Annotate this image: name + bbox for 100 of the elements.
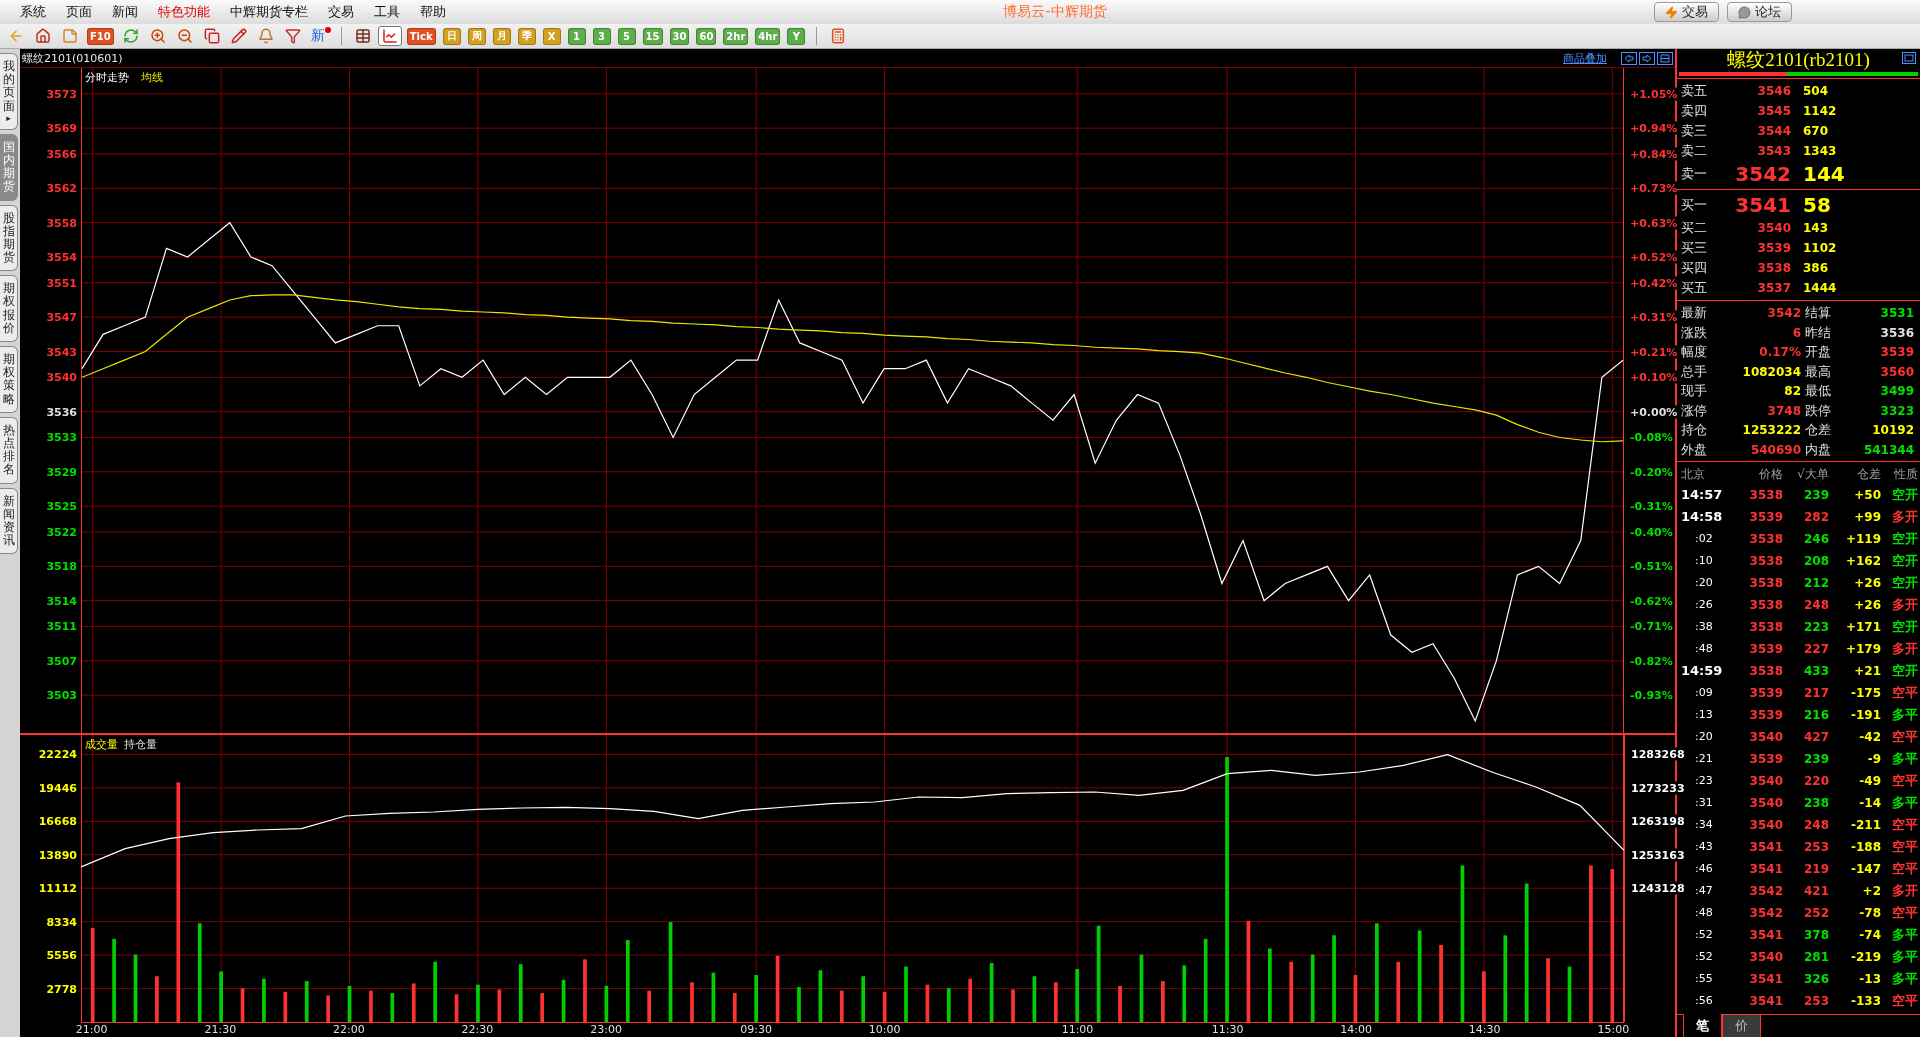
trade-time: :10 (1694, 553, 1714, 570)
trade-volume: 238 (1802, 795, 1829, 813)
stat-label: 幅度 (1681, 343, 1708, 362)
percent-axis-label: +0.94% (1630, 121, 1678, 135)
trade-price: 3538 (1748, 531, 1783, 549)
trade-type: 多平 (1891, 926, 1918, 945)
order-price: 3543 (1756, 144, 1791, 159)
position-change: +26 (1853, 597, 1881, 615)
percent-axis-label: +0.10% (1630, 370, 1678, 384)
stat-label: 涨停 (1681, 402, 1708, 420)
order-price: 3540 (1756, 221, 1791, 236)
trade-price: 3538 (1748, 619, 1783, 637)
stat-label: 持仓 (1681, 421, 1708, 440)
column-header: 北京 (1681, 466, 1706, 484)
order-level-label: 买一 (1681, 196, 1708, 215)
trade-type: 空平 (1891, 684, 1918, 703)
trade-type: 多平 (1891, 794, 1918, 813)
trade-time: :52 (1694, 927, 1714, 944)
trade-volume: 252 (1802, 905, 1829, 923)
legend-label: 分时走势 (85, 70, 129, 85)
price-axis-label: 3569 (46, 121, 77, 135)
percent-axis-label: -0.71% (1630, 619, 1673, 633)
stat-label: 外盘 (1681, 441, 1708, 459)
order-level-label: 卖三 (1681, 122, 1708, 141)
position-change: +162 (1844, 553, 1881, 571)
trade-volume: 227 (1802, 641, 1829, 659)
trade-type: 空开 (1891, 662, 1918, 681)
trade-price: 3541 (1748, 839, 1783, 857)
percent-axis-label: +0.42% (1630, 276, 1678, 290)
stat-value: 82 (1783, 384, 1801, 399)
trade-price: 3540 (1748, 773, 1783, 791)
stat-label: 跌停 (1805, 402, 1832, 420)
order-price: 3545 (1756, 104, 1791, 119)
stat-value: 1253222 (1741, 423, 1801, 438)
price-axis-label: 3529 (46, 465, 77, 479)
position-change: -13 (1858, 971, 1881, 989)
time-axis-label: 14:30 (1468, 1023, 1501, 1036)
position-change: -14 (1858, 795, 1881, 813)
stat-label: 涨跌 (1681, 324, 1708, 342)
trade-volume: 208 (1802, 553, 1829, 571)
percent-axis-label: -0.40% (1630, 525, 1673, 539)
trade-type: 空平 (1891, 860, 1918, 879)
position-change: +2 (1861, 883, 1881, 901)
trade-type: 空平 (1891, 838, 1918, 857)
trade-price: 3539 (1748, 751, 1783, 769)
stat-value: 3542 (1766, 306, 1801, 321)
time-axis-label: 23:00 (590, 1023, 622, 1036)
percent-axis-label: +0.21% (1630, 345, 1678, 358)
trade-volume: 253 (1802, 839, 1829, 857)
price-axis-label: 3566 (46, 147, 77, 161)
trade-volume: 248 (1802, 597, 1829, 615)
trade-type: 多平 (1891, 706, 1918, 725)
order-volume: 504 (1802, 84, 1830, 99)
order-volume: 143 (1802, 221, 1830, 236)
position-change: +179 (1844, 641, 1881, 659)
trade-type: 空平 (1891, 992, 1918, 1011)
position-change: -42 (1858, 729, 1881, 747)
volume-axis-label: 8334 (46, 915, 77, 929)
trade-time: 14:57 (1681, 486, 1724, 505)
trade-volume: 281 (1802, 949, 1829, 967)
stat-value: 3539 (1879, 345, 1914, 360)
column-header: 仓差 (1856, 466, 1881, 484)
time-axis-label: 11:30 (1211, 1023, 1244, 1036)
trade-time: :09 (1694, 685, 1714, 702)
stat-label: 总手 (1681, 363, 1708, 381)
order-price: 3539 (1756, 241, 1791, 256)
stat-value: 3531 (1879, 306, 1914, 321)
percent-axis-label: -0.51% (1630, 559, 1673, 573)
stat-label: 现手 (1681, 382, 1708, 401)
time-axis-label: 21:30 (204, 1023, 237, 1036)
stat-value: 6 (1791, 325, 1801, 340)
position-change: -49 (1858, 773, 1881, 791)
trade-type: 多平 (1891, 970, 1918, 989)
order-price: 3538 (1756, 261, 1791, 276)
percent-axis-label: +0.31% (1630, 310, 1678, 324)
position-change: -219 (1849, 949, 1881, 967)
position-change: -133 (1849, 993, 1881, 1011)
price-axis-label: 3551 (46, 276, 77, 290)
trade-time: :47 (1694, 883, 1714, 900)
stat-value: 10192 (1871, 423, 1914, 438)
trade-price: 3538 (1748, 553, 1783, 571)
volume-axis-label: 13890 (38, 848, 77, 862)
trade-price: 3539 (1748, 685, 1783, 703)
position-change: -74 (1858, 927, 1881, 945)
trade-price: 3540 (1748, 817, 1783, 835)
trade-time: :02 (1694, 531, 1714, 548)
open-interest-axis-label: 1243128 (1631, 881, 1685, 895)
trade-time: :13 (1694, 707, 1714, 724)
trade-price: 3538 (1748, 597, 1783, 615)
price-axis-label: 3573 (46, 87, 77, 101)
trade-volume: 246 (1802, 531, 1829, 549)
stat-value: 541344 (1862, 442, 1914, 457)
trade-price: 3539 (1748, 509, 1783, 527)
percent-axis-label: -0.93% (1630, 688, 1673, 702)
stat-value: 3536 (1879, 325, 1914, 340)
percent-axis-label: +0.73% (1630, 181, 1678, 195)
trade-time: :46 (1694, 861, 1714, 878)
column-header: √大单 (1796, 466, 1829, 484)
price-axis-label: 3558 (46, 216, 77, 230)
trade-volume: 217 (1802, 685, 1829, 703)
